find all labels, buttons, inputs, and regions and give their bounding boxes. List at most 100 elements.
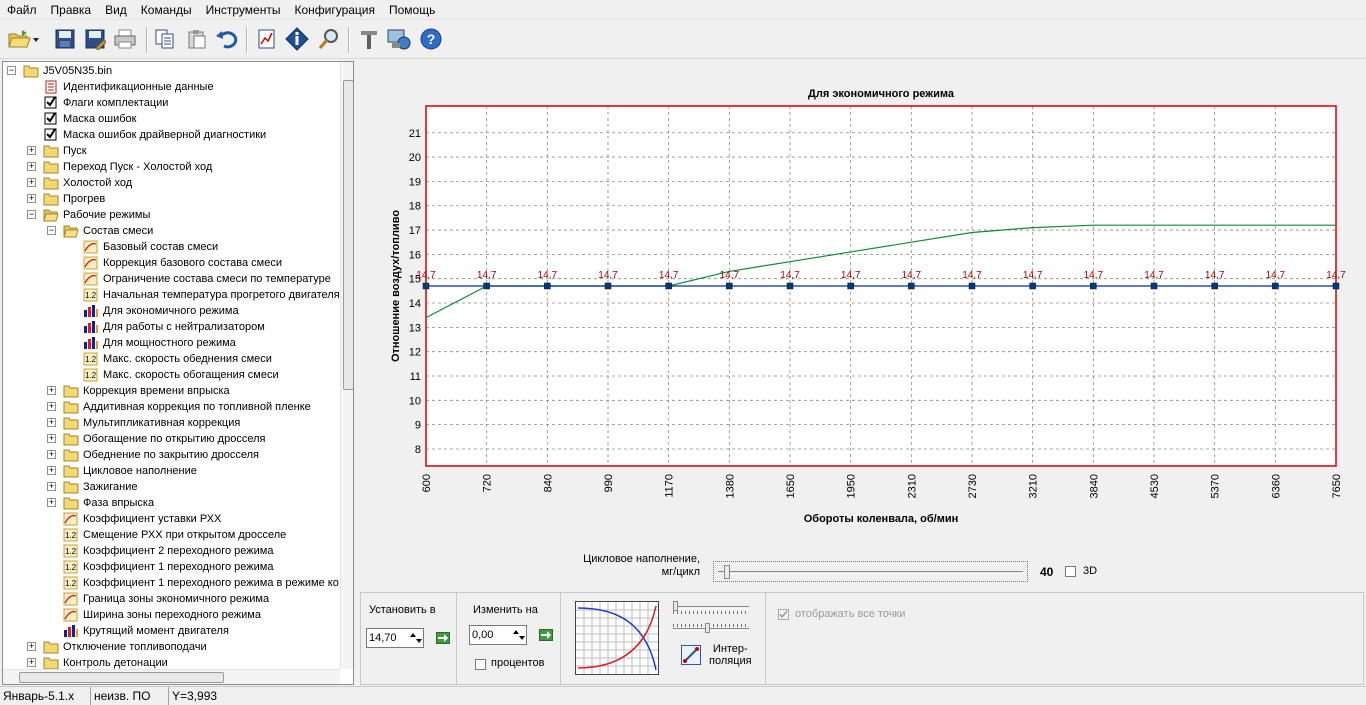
expand-icon[interactable]: +	[27, 146, 36, 155]
tree-item[interactable]: 1.2 Начальная температура прогретого двиг…	[67, 287, 340, 303]
tree-item[interactable]: − Рабочие режимы	[27, 207, 150, 223]
menu-edit[interactable]: Правка	[44, 0, 99, 20]
percent-checkbox[interactable]	[475, 659, 486, 670]
menu-file[interactable]: Файл	[0, 0, 44, 20]
tree-item[interactable]: Флаги комплектации	[27, 95, 168, 111]
tree-item[interactable]: + Обеднение по закрытию дросселя	[47, 447, 259, 463]
tree-item[interactable]: + Переход Пуск - Холостой ход	[27, 159, 212, 175]
expand-icon[interactable]: +	[47, 386, 56, 395]
interpolation-preview[interactable]	[575, 601, 659, 675]
cyclic-slider[interactable]	[713, 561, 1028, 582]
tree-item[interactable]: + Холостой ход	[27, 175, 132, 191]
save-as-icon[interactable]	[82, 25, 108, 53]
set-apply-button[interactable]	[436, 632, 450, 644]
set-spin-icon[interactable]	[409, 631, 423, 645]
tree-item[interactable]: Ограничение состава смеси по температуре	[67, 271, 331, 287]
tree-vertical-scroll-thumb[interactable]	[343, 80, 353, 390]
tree-item[interactable]: + Цикловое наполнение	[47, 463, 197, 479]
copy-icon[interactable]	[152, 25, 178, 53]
3d-checkbox[interactable]	[1065, 566, 1076, 577]
chart-y-tick-label: 10	[409, 395, 421, 407]
tree-item[interactable]: 1.2 Макс. скорость обогащения смеси	[67, 367, 279, 383]
tree-item[interactable]: Маска ошибок	[27, 111, 136, 127]
tree-item[interactable]: 1.2 Коэффициент 2 переходного режима	[47, 543, 273, 559]
tree-item[interactable]: Маска ошибок драйверной диагностики	[27, 127, 266, 143]
collapse-icon[interactable]: −	[27, 210, 36, 219]
expand-icon[interactable]: +	[47, 434, 56, 443]
collapse-icon[interactable]: −	[7, 66, 16, 75]
tree-item[interactable]: 1.2 Смещение РХХ при открытом дросселе	[47, 527, 286, 543]
expand-icon[interactable]: +	[47, 466, 56, 475]
menu-help[interactable]: Помощь	[382, 0, 442, 20]
save-icon[interactable]	[52, 25, 78, 53]
tree-item[interactable]: + Коррекция времени впрыска	[47, 383, 230, 399]
open-folder-icon[interactable]	[6, 25, 42, 53]
expand-icon[interactable]: +	[27, 658, 36, 667]
expand-icon[interactable]: +	[27, 162, 36, 171]
paste-icon[interactable]	[184, 25, 210, 53]
tree-item-label: Коэффициент 2 переходного режима	[83, 545, 274, 557]
interp-slider-2-thumb[interactable]	[705, 623, 710, 633]
interpolation-button[interactable]: Интер- поляция	[679, 643, 753, 673]
help-icon[interactable]: ?	[418, 25, 444, 53]
tree-item[interactable]: Идентификационные данные	[27, 79, 214, 95]
expand-icon[interactable]: +	[47, 450, 56, 459]
search-icon[interactable]	[316, 25, 342, 53]
change-apply-button[interactable]	[539, 629, 553, 641]
expand-icon[interactable]: +	[47, 482, 56, 491]
expand-icon[interactable]: +	[47, 418, 56, 427]
expand-icon[interactable]: +	[27, 178, 36, 187]
tree-item[interactable]: + Пуск	[27, 143, 87, 159]
tree-root[interactable]: − J5V05N35.bin	[7, 63, 112, 79]
expand-icon[interactable]: +	[47, 498, 56, 507]
expand-icon[interactable]: +	[27, 642, 36, 651]
tree-item[interactable]: 1.2 Коэффициент 1 переходного режима	[47, 559, 273, 575]
info-icon[interactable]	[284, 25, 310, 53]
menu-tools[interactable]: Инструменты	[199, 0, 288, 20]
menu-config[interactable]: Конфигурация	[287, 0, 382, 20]
tree-item[interactable]: + Мультипликативная коррекция	[47, 415, 240, 431]
set-label: Установить в	[369, 604, 436, 616]
expand-icon[interactable]: +	[47, 402, 56, 411]
change-spin-icon[interactable]	[512, 628, 526, 642]
tree-item[interactable]: Для мощностного режима	[67, 335, 236, 351]
tree-item[interactable]: − Состав смеси	[47, 223, 153, 239]
menu-commands[interactable]: Команды	[134, 0, 199, 20]
chart-icon[interactable]	[254, 25, 280, 53]
tree-vertical-scrollbar[interactable]	[340, 62, 353, 669]
cyclic-slider-thumb[interactable]	[724, 565, 730, 579]
tree-item[interactable]: + Обогащение по открытию дросселя	[47, 431, 265, 447]
tree-item[interactable]: Граница зоны экономичного режима	[47, 591, 269, 607]
tree-horizontal-scroll-thumb[interactable]	[19, 672, 224, 683]
tree-item[interactable]: Базовый состав смеси	[67, 239, 218, 255]
tree-item[interactable]: Коррекция базового состава смеси	[67, 255, 282, 271]
tree-item[interactable]: Коэффициент уставки РХХ	[47, 511, 221, 527]
tree-item[interactable]: Ширина зоны переходного режима	[47, 607, 261, 623]
collapse-icon[interactable]: −	[47, 226, 56, 235]
tree-item[interactable]: + Зажигание	[47, 479, 138, 495]
expand-icon[interactable]: +	[27, 194, 36, 203]
tree-item[interactable]: + Аддитивная коррекция по топливной пленк…	[47, 399, 311, 415]
tree-item[interactable]: 1.2 Макс. скорость обеднения смеси	[67, 351, 272, 367]
menu-view[interactable]: Вид	[98, 0, 134, 20]
tools-icon[interactable]	[356, 25, 382, 53]
connect-icon[interactable]	[386, 25, 412, 53]
tree-item[interactable]: + Прогрев	[27, 191, 105, 207]
print-icon[interactable]	[112, 25, 138, 53]
chart[interactable]: 89101112131415161718192021600 720 840 990 11…	[360, 61, 1366, 591]
tree-item[interactable]: 1.2 Коэффициент 1 переходного режима в ре…	[47, 575, 339, 591]
chart-x-tick-label: 2730	[967, 474, 979, 498]
tree-item[interactable]: + Отключение топливоподачи	[27, 639, 207, 655]
interp-slider-2[interactable]	[673, 621, 751, 635]
show-all-points-checkbox[interactable]	[778, 609, 789, 620]
tree-item[interactable]: Для экономичного режима	[67, 303, 239, 319]
tree-item[interactable]: Для работы с нейтрализатором	[67, 319, 265, 335]
interp-slider-1-thumb[interactable]	[673, 601, 678, 611]
undo-icon[interactable]	[214, 25, 240, 53]
interp-slider-1[interactable]	[673, 601, 751, 615]
tree-horizontal-scrollbar[interactable]	[3, 669, 340, 684]
tree-item[interactable]: Крутящий момент двигателя	[47, 623, 229, 639]
chart-y-tick-label: 17	[409, 225, 421, 237]
tree-item[interactable]: + Фаза впрыска	[47, 495, 154, 511]
bars-icon	[63, 624, 79, 638]
